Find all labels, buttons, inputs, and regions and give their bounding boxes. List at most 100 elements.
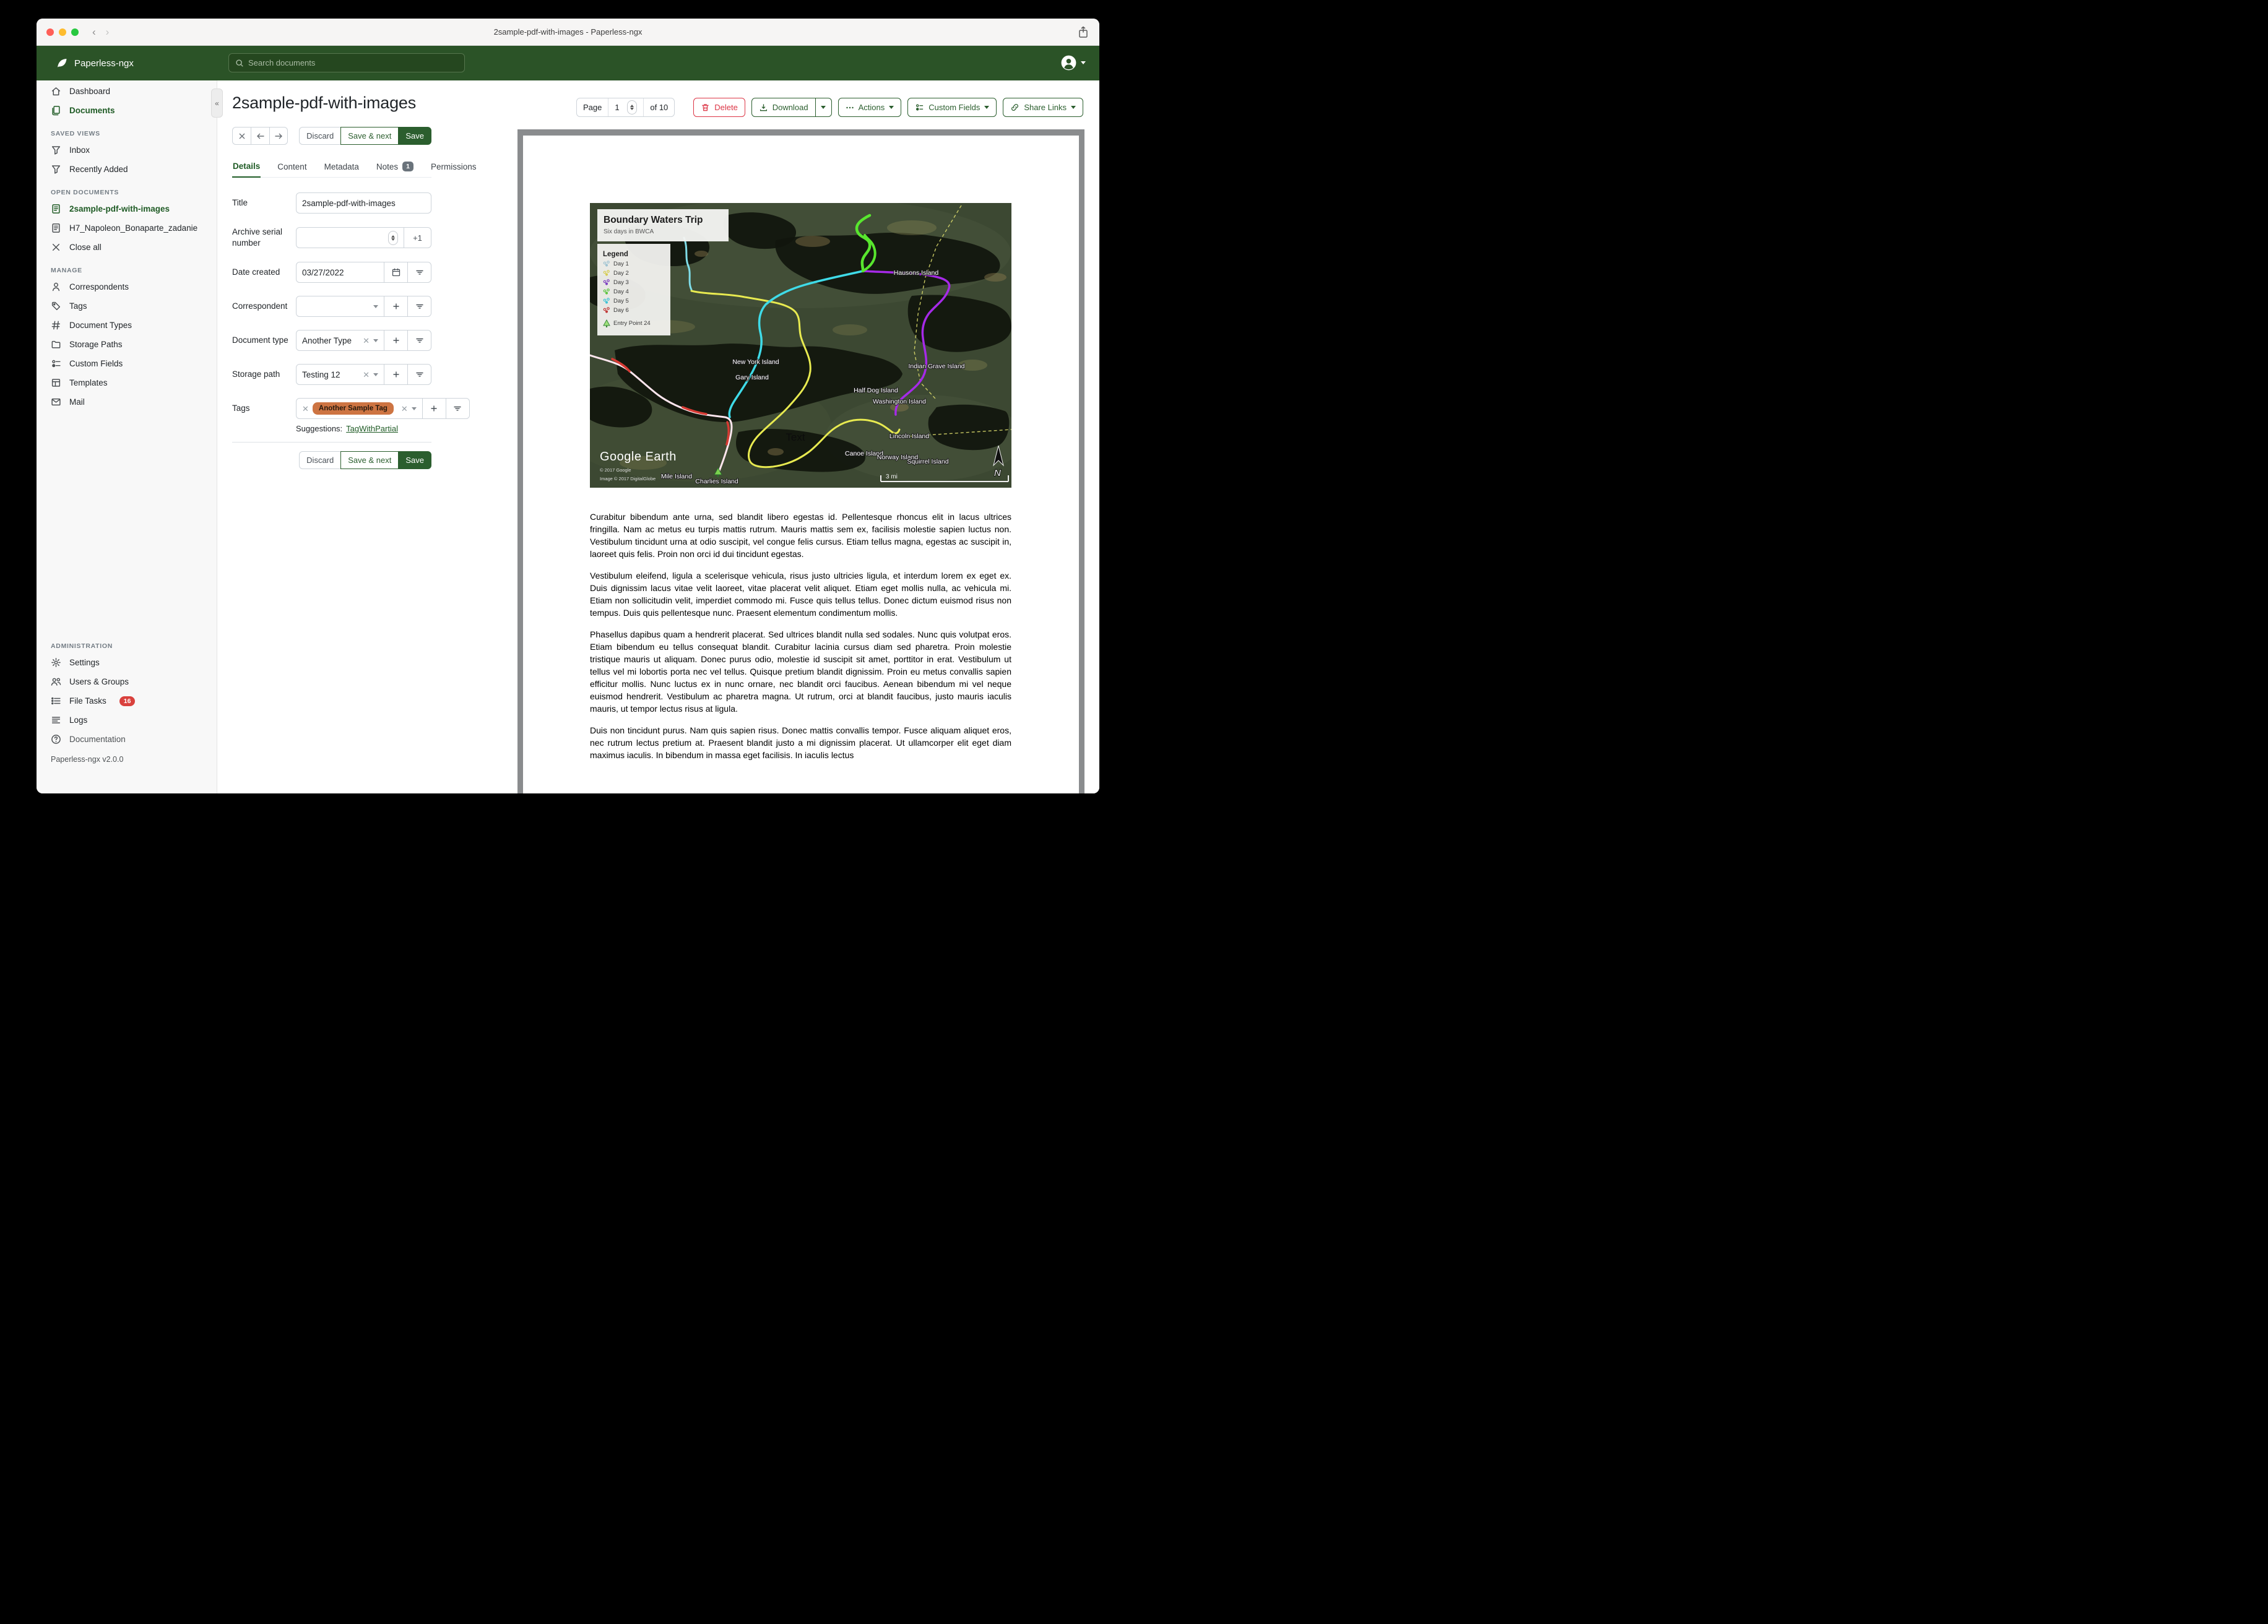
save-button[interactable]: Save	[398, 451, 431, 470]
chevron-down-icon[interactable]	[373, 373, 378, 376]
asn-stepper[interactable]	[388, 230, 398, 245]
asn-field[interactable]	[296, 227, 404, 249]
chevron-down-icon[interactable]	[373, 339, 378, 342]
tags-select[interactable]: ✕ Another Sample Tag ✕	[296, 398, 423, 420]
sidebar-item-dashboard[interactable]: Dashboard	[37, 82, 217, 101]
document-type-add-button[interactable]	[384, 330, 408, 352]
tab-content[interactable]: Content	[277, 162, 307, 177]
page-stepper[interactable]	[627, 100, 638, 114]
document-type-select[interactable]: Another Type ✕	[296, 330, 384, 352]
pdf-preview-pane[interactable]: Hausons Island New York Island Gary Island…	[517, 129, 1084, 793]
save-next-button[interactable]: Save & next	[340, 127, 399, 145]
actions-button[interactable]: Actions	[838, 98, 902, 117]
sidebar-item-settings[interactable]: Settings	[37, 653, 217, 672]
asn-field-label: Archive serial number	[232, 227, 283, 248]
map-title: Boundary Waters Trip	[604, 215, 703, 225]
sidebar-item-custom-fields[interactable]: Custom Fields	[37, 354, 217, 373]
discard-button[interactable]: Discard	[299, 451, 341, 470]
clear-icon[interactable]: ✕	[363, 371, 370, 379]
search-input[interactable]: Search documents	[228, 53, 465, 72]
document-type-filter-button[interactable]	[408, 330, 431, 352]
tab-details[interactable]: Details	[232, 162, 261, 178]
detail-tabs: Details Content Metadata Notes 1 Permissions	[232, 162, 477, 178]
sidebar-item-documents[interactable]: Documents	[37, 101, 217, 120]
chevron-down-icon[interactable]	[373, 304, 378, 308]
title-field-label: Title	[232, 197, 248, 207]
gear-icon	[51, 657, 61, 668]
chevron-down-icon[interactable]	[411, 407, 417, 410]
browser-forward-icon[interactable]: ›	[106, 26, 110, 38]
tab-label: Details	[233, 162, 261, 171]
arrow-left-icon	[256, 133, 264, 139]
sidebar-item-mail[interactable]: Mail	[37, 392, 217, 412]
tab-notes[interactable]: Notes 1	[376, 162, 414, 177]
share-links-button[interactable]: Share Links	[1003, 98, 1083, 117]
browser-back-icon[interactable]: ‹	[92, 26, 96, 38]
tags-filter-button[interactable]	[446, 398, 470, 420]
sidebar-item-recently-added[interactable]: Recently Added	[37, 160, 217, 179]
next-document-button[interactable]	[269, 127, 288, 145]
plus-icon	[431, 405, 437, 412]
storage-path-add-button[interactable]	[384, 364, 408, 386]
tag-chip[interactable]: Another Sample Tag	[312, 402, 394, 415]
brand[interactable]: Paperless-ngx	[55, 56, 134, 70]
sidebar-item-label: Settings	[69, 658, 100, 667]
sidebar-item-document-types[interactable]: Document Types	[37, 316, 217, 335]
tab-permissions[interactable]: Permissions	[430, 162, 477, 177]
sidebar-item-label: Document Types	[69, 321, 132, 330]
calendar-button[interactable]	[384, 262, 408, 283]
correspondent-add-button[interactable]	[384, 296, 408, 317]
traffic-lights[interactable]	[46, 28, 79, 36]
sidebar-collapse-button[interactable]: «	[211, 89, 223, 118]
storage-path-filter-button[interactable]	[408, 364, 431, 386]
title-field[interactable]: 2sample-pdf-with-images	[296, 192, 431, 214]
correspondent-filter-button[interactable]	[408, 296, 431, 317]
remove-tag-icon[interactable]: ✕	[302, 405, 309, 413]
tab-metadata[interactable]: Metadata	[324, 162, 360, 177]
sidebar-item-close-all[interactable]: Close all	[37, 238, 217, 257]
sidebar-item-correspondents[interactable]: Correspondents	[37, 277, 217, 296]
page-input[interactable]: 1	[608, 98, 644, 116]
legend-label: Entry Point 24	[613, 320, 651, 327]
suggestion-link[interactable]: TagWithPartial	[346, 424, 398, 433]
sidebar-item-tags[interactable]: Tags	[37, 296, 217, 316]
previous-document-button[interactable]	[251, 127, 269, 145]
discard-button[interactable]: Discard	[299, 127, 341, 145]
download-button[interactable]: Download	[751, 98, 816, 117]
asn-plus-one-button[interactable]: +1	[404, 227, 431, 249]
legend-label: Day 4	[613, 288, 629, 295]
sidebar-item-logs[interactable]: Logs	[37, 710, 217, 730]
download-label: Download	[772, 103, 808, 112]
close-window-button[interactable]	[46, 28, 54, 36]
correspondent-select[interactable]	[296, 296, 384, 317]
custom-fields-button[interactable]: Custom Fields	[907, 98, 997, 117]
save-button[interactable]: Save	[398, 127, 431, 145]
sidebar-item-2sample-pdf-with-images[interactable]: 2sample-pdf-with-images	[37, 199, 217, 218]
clear-icon[interactable]: ✕	[363, 337, 370, 345]
arrow-right-icon	[275, 133, 282, 139]
save-next-button[interactable]: Save & next	[340, 451, 399, 470]
sidebar-item-label: Documents	[69, 106, 115, 115]
sidebar-item-file-tasks[interactable]: File Tasks 16	[37, 691, 217, 710]
sidebar-item-documentation[interactable]: Documentation	[37, 730, 217, 749]
download-options-button[interactable]	[815, 98, 832, 117]
filter-lines-icon	[416, 373, 423, 378]
legend-label: Day 5	[613, 298, 629, 304]
tag-icon	[51, 301, 61, 311]
zoom-window-button[interactable]	[71, 28, 79, 36]
date-filter-button[interactable]	[408, 262, 431, 283]
close-document-button[interactable]	[232, 127, 251, 145]
sidebar-item-users-groups[interactable]: Users & Groups	[37, 672, 217, 691]
sidebar-item-storage-paths[interactable]: Storage Paths	[37, 335, 217, 354]
sidebar-item-inbox[interactable]: Inbox	[37, 140, 217, 160]
sidebar-item-h7-napoleon-bonaparte-zadanie[interactable]: H7_Napoleon_Bonaparte_zadanie	[37, 218, 217, 238]
minimize-window-button[interactable]	[59, 28, 66, 36]
share-icon[interactable]	[1077, 25, 1089, 39]
date-created-field[interactable]: 03/27/2022	[296, 262, 384, 283]
sidebar-item-templates[interactable]: Templates	[37, 373, 217, 392]
clear-icon[interactable]: ✕	[401, 405, 408, 413]
storage-path-select[interactable]: Testing 12 ✕	[296, 364, 384, 386]
delete-button[interactable]: Delete	[693, 98, 745, 117]
tags-add-button[interactable]	[422, 398, 446, 420]
user-menu[interactable]	[1060, 54, 1086, 71]
